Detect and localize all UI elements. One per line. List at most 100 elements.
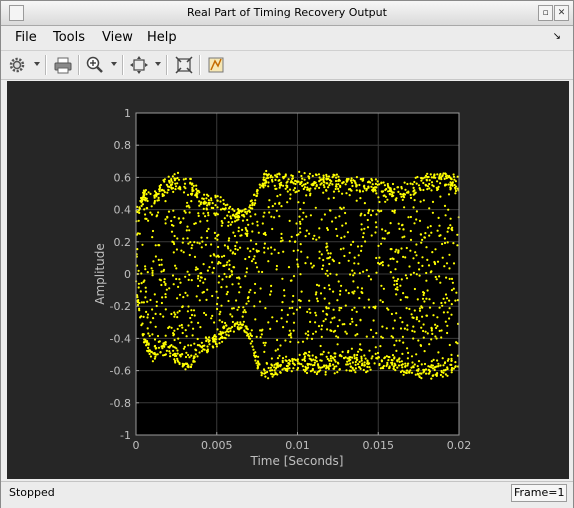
data-point <box>298 306 302 309</box>
data-point <box>412 186 415 189</box>
fit-to-view-icon[interactable] <box>129 55 149 75</box>
data-point <box>144 213 147 216</box>
data-point <box>320 324 324 327</box>
maximize-button[interactable]: ▫ <box>538 5 553 21</box>
data-point <box>249 342 252 345</box>
data-point <box>290 336 293 339</box>
data-point <box>191 244 194 247</box>
data-point <box>362 368 365 372</box>
data-point <box>278 202 281 205</box>
data-point <box>449 186 452 189</box>
data-point <box>415 316 418 319</box>
data-point <box>451 182 454 185</box>
data-point <box>311 184 314 187</box>
data-point <box>261 222 264 225</box>
zoom-dropdown-icon[interactable] <box>111 62 117 66</box>
data-point <box>306 362 309 366</box>
close-button[interactable]: ✕ <box>554 5 569 21</box>
data-point <box>363 364 366 367</box>
data-point <box>366 370 369 373</box>
x-tick-label: 0.01 <box>285 439 310 452</box>
data-point <box>184 177 187 180</box>
data-point <box>349 362 352 365</box>
data-point <box>202 197 205 200</box>
data-point <box>188 211 191 214</box>
data-point <box>364 240 367 243</box>
data-point <box>384 195 387 198</box>
data-point <box>322 191 325 194</box>
data-point <box>150 213 154 216</box>
data-point <box>344 211 347 215</box>
data-point <box>152 317 155 320</box>
data-point <box>285 320 288 323</box>
data-point <box>176 182 179 185</box>
data-point <box>249 250 252 253</box>
menu-file[interactable]: File <box>15 30 37 45</box>
data-point <box>454 361 457 364</box>
data-point <box>278 186 281 189</box>
data-point <box>395 349 398 352</box>
data-point <box>314 356 317 359</box>
title-bar[interactable]: Real Part of Timing Recovery Output ▫ ✕ <box>1 1 573 26</box>
data-point <box>326 328 329 331</box>
gear-dropdown-icon[interactable] <box>34 62 40 66</box>
data-point <box>430 181 434 184</box>
menu-tools[interactable]: Tools <box>53 30 85 45</box>
data-point <box>331 220 334 223</box>
data-point <box>318 250 321 253</box>
dock-arrow-icon[interactable]: ↘ <box>553 31 561 42</box>
data-point <box>419 200 422 203</box>
data-point <box>148 334 151 337</box>
data-point <box>288 219 291 222</box>
data-point <box>320 218 323 221</box>
data-point <box>309 187 312 190</box>
data-point <box>352 280 355 283</box>
data-point <box>456 244 459 247</box>
data-point <box>331 317 334 320</box>
data-point <box>190 279 193 282</box>
data-point <box>220 304 223 307</box>
data-point <box>216 238 219 241</box>
data-point <box>254 199 257 202</box>
data-point <box>229 205 232 208</box>
data-point <box>203 348 206 351</box>
data-point <box>141 197 144 200</box>
data-point <box>341 350 344 353</box>
data-point <box>154 355 157 358</box>
data-point <box>325 355 328 358</box>
data-point <box>140 315 143 318</box>
data-point <box>397 222 400 225</box>
data-point <box>294 182 297 186</box>
menu-help[interactable]: Help <box>147 30 177 45</box>
data-point <box>279 344 282 347</box>
data-point <box>155 304 158 308</box>
data-point <box>316 363 320 366</box>
data-point <box>269 174 273 177</box>
window-menu-button[interactable] <box>9 5 24 21</box>
data-point <box>229 249 232 252</box>
data-point <box>318 180 321 183</box>
data-point <box>159 351 162 354</box>
data-point <box>229 275 232 278</box>
menu-bar: File Tools View Help <box>1 26 573 48</box>
data-point <box>389 271 392 274</box>
data-point <box>181 326 184 329</box>
data-point <box>219 310 222 313</box>
print-icon[interactable] <box>53 55 73 75</box>
data-point <box>327 175 331 178</box>
data-point <box>370 214 373 217</box>
fit-dropdown-icon[interactable] <box>155 62 161 66</box>
zoom-in-icon[interactable] <box>85 55 105 75</box>
axes-scaling-icon[interactable] <box>174 55 194 75</box>
data-point <box>244 325 247 328</box>
data-point <box>390 312 393 316</box>
data-point <box>396 359 399 362</box>
data-point <box>189 316 192 320</box>
data-point <box>299 299 302 303</box>
menu-view[interactable]: View <box>102 30 133 45</box>
data-point <box>358 360 361 363</box>
data-point <box>195 295 198 298</box>
scope-plot[interactable]: 0 0.005 0.01 0.015 0.02-1-0.8-0.6-0.4-0.200.… <box>7 81 569 479</box>
style-icon[interactable] <box>206 55 226 75</box>
gear-icon[interactable] <box>7 55 27 75</box>
